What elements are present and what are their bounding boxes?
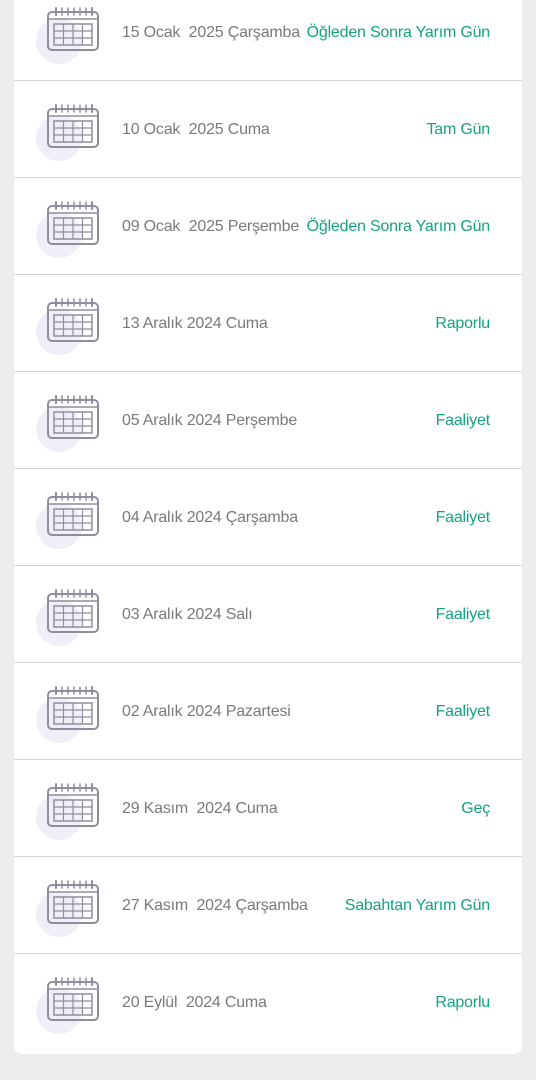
calendar-icon (36, 394, 108, 454)
status-label: Faaliyet (435, 412, 491, 429)
calendar-icon (36, 976, 108, 1036)
date-label: 29 Kasım 2024 Cuma (122, 800, 278, 817)
list-item-1[interactable]: 10 Ocak 2025 Cuma Tam Gün (14, 81, 522, 178)
date-label: 04 Aralık 2024 Çarşamba (122, 509, 298, 526)
list-item-7[interactable]: 02 Aralık 2024 Pazartesi Faaliyet (14, 663, 522, 760)
list-item-9[interactable]: 27 Kasım 2024 Çarşamba Sabahtan Yarım Gü… (14, 857, 522, 954)
list-item-8[interactable]: 29 Kasım 2024 Cuma Geç (14, 760, 522, 857)
calendar-icon (36, 588, 108, 648)
list-item-4[interactable]: 05 Aralık 2024 Perşembe Faaliyet (14, 372, 522, 469)
status-label: Öğleden Sonra Yarım Gün (306, 218, 491, 235)
calendar-icon (36, 6, 108, 66)
status-label: Faaliyet (435, 509, 491, 526)
status-label: Faaliyet (435, 606, 491, 623)
date-label: 27 Kasım 2024 Çarşamba (122, 897, 308, 914)
date-label: 02 Aralık 2024 Pazartesi (122, 703, 291, 720)
date-label: 09 Ocak 2025 Perşembe (122, 218, 300, 235)
date-label: 13 Aralık 2024 Cuma (122, 315, 268, 332)
calendar-icon (36, 200, 108, 260)
leave-list-card: 15 Ocak 2025 Çarşamba Öğleden Sonra Yarı… (14, 0, 522, 1054)
date-label: 05 Aralık 2024 Perşembe (122, 412, 298, 429)
list-item-6[interactable]: 03 Aralık 2024 Salı Faaliyet (14, 566, 522, 663)
calendar-icon (36, 685, 108, 745)
calendar-icon (36, 782, 108, 842)
date-label: 15 Ocak 2025 Çarşamba (122, 24, 300, 41)
calendar-icon (36, 879, 108, 939)
status-label: Öğleden Sonra Yarım Gün (306, 24, 491, 41)
date-label: 10 Ocak 2025 Cuma (122, 121, 270, 138)
status-label: Tam Gün (426, 121, 490, 138)
status-label: Raporlu (435, 994, 490, 1011)
date-label: 20 Eylül 2024 Cuma (122, 994, 267, 1011)
list-item-3[interactable]: 13 Aralık 2024 Cuma Raporlu (14, 275, 522, 372)
calendar-icon (36, 103, 108, 163)
list-item-10[interactable]: 20 Eylül 2024 Cuma Raporlu (14, 954, 522, 1051)
status-label: Sabahtan Yarım Gün (344, 897, 490, 914)
list-item-0[interactable]: 15 Ocak 2025 Çarşamba Öğleden Sonra Yarı… (14, 0, 522, 81)
date-label: 03 Aralık 2024 Salı (122, 606, 253, 623)
status-label: Faaliyet (435, 703, 491, 720)
list-item-2[interactable]: 09 Ocak 2025 Perşembe Öğleden Sonra Yarı… (14, 178, 522, 275)
status-label: Raporlu (435, 315, 490, 332)
calendar-icon (36, 297, 108, 357)
status-label: Geç (461, 800, 490, 817)
calendar-icon (36, 491, 108, 551)
list-item-5[interactable]: 04 Aralık 2024 Çarşamba Faaliyet (14, 469, 522, 566)
